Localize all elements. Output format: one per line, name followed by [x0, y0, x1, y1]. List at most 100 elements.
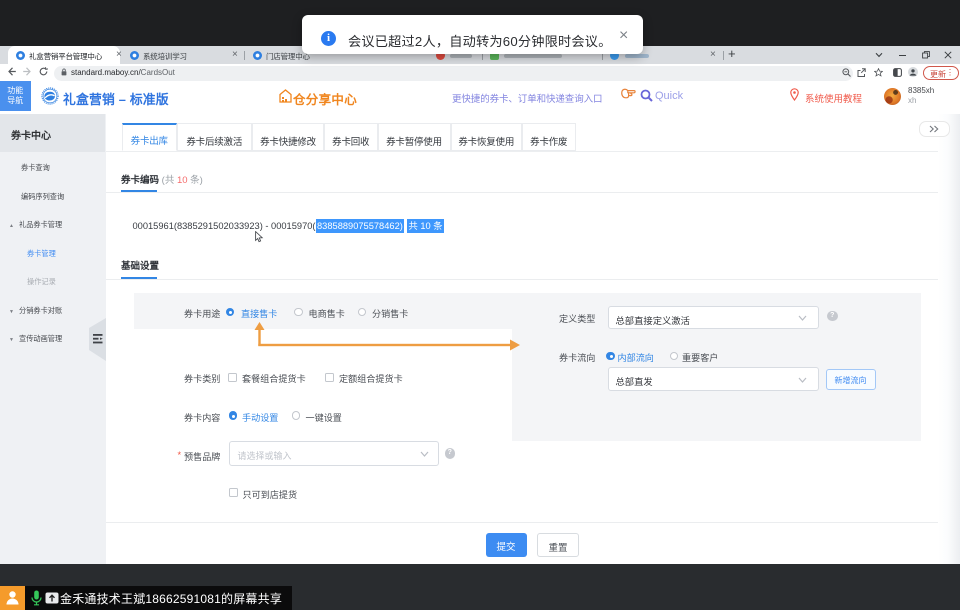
user-avatar[interactable]	[884, 88, 901, 105]
label-presale-brand: 预售品牌	[184, 449, 220, 463]
tab-close-icon[interactable]: ×	[232, 48, 238, 62]
radio-important-customer[interactable]	[670, 352, 679, 361]
window-minimize-button[interactable]	[899, 55, 906, 56]
radio-label-important-customer[interactable]: 重要客户	[682, 350, 718, 364]
tab-search-chevron-icon[interactable]	[875, 52, 883, 58]
bookmark-star-icon[interactable]	[874, 68, 883, 77]
zoom-icon[interactable]	[842, 68, 851, 77]
chrome-update-button[interactable]: 更新 ⋮	[923, 66, 959, 80]
tab-label: 券卡恢复使用	[452, 134, 522, 148]
profile-icon[interactable]	[908, 67, 918, 77]
flow-select[interactable]: 总部直发	[608, 367, 819, 391]
sidebar-item-code-sequence-query[interactable]: 编码序列查询	[21, 192, 64, 202]
sidebar-item-card-query[interactable]: 券卡查询	[21, 163, 50, 173]
forward-icon[interactable]	[23, 67, 31, 76]
flow-value: 总部直发	[616, 374, 653, 388]
radio-internal-flow[interactable]	[606, 352, 615, 361]
window-close-button[interactable]	[944, 51, 952, 59]
tab-quick-modify[interactable]: 券卡快捷修改	[252, 123, 324, 151]
label-card-usage: 券卡用途	[184, 306, 220, 320]
collapse-arrow-icon: ▲	[9, 223, 14, 229]
quick-search-icon[interactable]	[640, 89, 653, 102]
radio-manual-setting[interactable]	[229, 411, 238, 420]
label-card-content: 券卡内容	[184, 410, 220, 424]
tab-card-resume[interactable]: 券卡恢复使用	[451, 123, 523, 151]
window-restore-button[interactable]	[922, 51, 930, 59]
reload-icon[interactable]	[39, 67, 48, 76]
checkbox-label-package-combo[interactable]: 套餐组合提货卡	[242, 371, 306, 385]
sidebar-group-distribution[interactable]: 分销券卡对账	[19, 306, 62, 316]
side-panel-icon[interactable]	[893, 68, 902, 77]
radio-direct-sale[interactable]	[226, 308, 235, 317]
add-flow-button[interactable]: 新增流向	[826, 369, 876, 390]
checkbox-label-fixed-combo[interactable]: 定额组合提货卡	[339, 371, 403, 385]
radio-distribution-sale[interactable]	[358, 308, 367, 317]
radio-label-ecommerce-sale[interactable]: 电商售卡	[309, 306, 345, 320]
tab-label: 券卡后续激活	[178, 134, 252, 148]
microphone-icon	[31, 590, 42, 606]
browser-toolbar: standard.maboy.cn/CardsOut 更新 ⋮	[0, 64, 960, 82]
presale-help-icon[interactable]: ?	[445, 448, 456, 459]
checkbox-fixed-combo[interactable]	[325, 373, 334, 382]
checkbox-package-combo[interactable]	[228, 373, 237, 382]
define-type-select[interactable]: 总部直接定义激活	[608, 306, 819, 330]
lock-icon	[61, 68, 67, 76]
url-text: standard.maboy.cn/CardsOut	[71, 68, 175, 77]
radio-label-direct-sale[interactable]: 直接售卡	[241, 306, 277, 320]
browser-tab-2[interactable]: 系统培训学习 ×	[122, 46, 243, 64]
tutorial-link[interactable]: 系统使用教程	[805, 91, 862, 105]
page-body: 券卡中心 券卡查询 编码序列查询 ▲ 礼品券卡管理 券卡管理 操作记录 ▼ 分销…	[0, 111, 960, 564]
tab-favicon	[253, 51, 262, 60]
checkbox-label-store-pickup-only[interactable]: 只可到店提货	[243, 487, 298, 501]
define-type-help-icon[interactable]: ?	[827, 311, 838, 322]
chevron-down-icon	[798, 315, 807, 322]
tab-title-placeholder	[450, 54, 472, 58]
radio-label-distribution-sale[interactable]: 分销售卡	[372, 306, 408, 320]
section-codes-divider	[106, 192, 938, 193]
share-center-link[interactable]: 仓分享中心	[293, 89, 357, 108]
menu-dots-icon[interactable]: ⋮	[946, 68, 954, 77]
codes-selected: 8385889075578462)	[316, 219, 405, 233]
tab-close-icon[interactable]: ×	[710, 48, 716, 62]
expand-panel-button[interactable]	[919, 121, 950, 137]
new-tab-button[interactable]: +	[728, 46, 736, 61]
quick-label[interactable]: Quick	[655, 90, 683, 102]
sidebar-item-card-manage-active[interactable]: 券卡管理	[27, 249, 56, 259]
tab-card-void[interactable]: 券卡作废	[522, 123, 576, 151]
count-prefix: (共	[162, 175, 177, 186]
radio-label-internal-flow[interactable]: 内部流向	[618, 350, 654, 364]
sidebar-collapse-handle[interactable]	[89, 318, 106, 361]
radio-label-one-click-setting[interactable]: 一键设置	[306, 410, 342, 424]
add-flow-label: 新增流向	[827, 375, 875, 386]
tab-follow-up-activation[interactable]: 券卡后续激活	[177, 123, 253, 151]
pointing-finger-icon	[620, 87, 636, 100]
tab-card-suspend[interactable]: 券卡暂停使用	[378, 123, 451, 151]
browser-tab-1[interactable]: 礼盒营销平台管理中心 ×	[8, 46, 120, 64]
reset-button[interactable]: 重置	[537, 533, 579, 557]
presale-placeholder: 请选择或输入	[238, 449, 292, 462]
tab-cards-out[interactable]: 券卡出库	[122, 123, 177, 151]
radio-label-manual-setting[interactable]: 手动设置	[242, 410, 278, 424]
sidebar-item-operation-log[interactable]: 操作记录	[27, 277, 56, 287]
double-chevron-right-icon	[929, 125, 940, 133]
user-name: 8385xh	[908, 86, 934, 95]
tab-close-icon[interactable]: ×	[116, 48, 122, 62]
tab-divider	[723, 51, 724, 60]
toast-close-icon[interactable]: ×	[619, 27, 628, 45]
app-header: 功能导航 礼盒营销 – 标准版 仓分享中心 更快捷的券卡、订单和快递查询入口 Q…	[0, 82, 960, 112]
checkbox-store-pickup-only[interactable]	[229, 488, 238, 497]
radio-one-click-setting[interactable]	[292, 411, 301, 420]
tab-divider	[244, 51, 245, 60]
submit-button[interactable]: 提交	[486, 533, 527, 557]
count-suffix: 条)	[188, 175, 203, 186]
sidebar-group-gift-card-mgmt[interactable]: 礼品券卡管理	[19, 220, 62, 230]
function-nav-button[interactable]: 功能导航	[0, 81, 31, 112]
required-mark: *	[178, 450, 182, 460]
radio-ecommerce-sale[interactable]	[294, 308, 303, 317]
share-icon[interactable]	[857, 68, 866, 77]
presale-brand-select[interactable]: 请选择或输入	[229, 441, 440, 467]
back-icon[interactable]	[8, 67, 16, 76]
sidebar-group-animation[interactable]: 宣传动画管理	[19, 334, 62, 344]
tab-card-recycle[interactable]: 券卡回收	[324, 123, 378, 151]
person-icon	[5, 590, 20, 606]
